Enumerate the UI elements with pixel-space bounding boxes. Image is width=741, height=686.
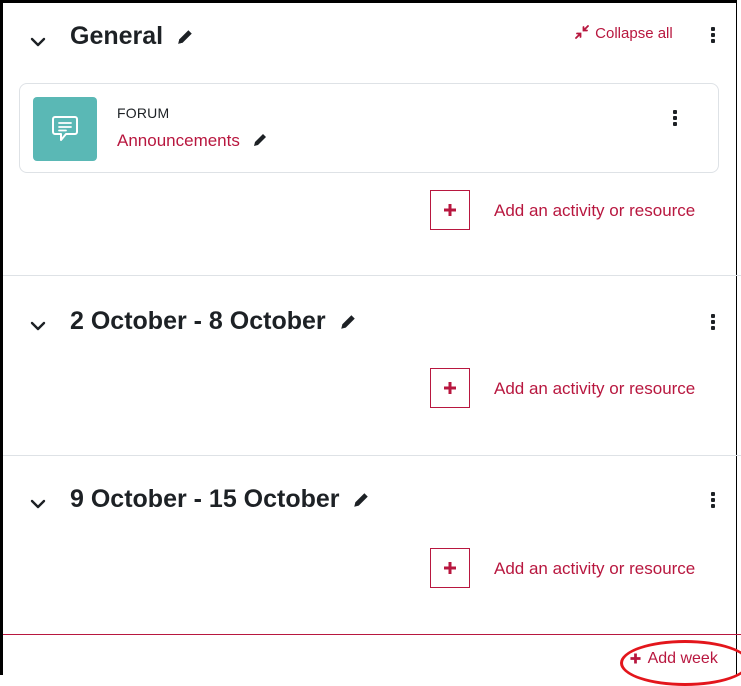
section-title-text[interactable]: General (70, 22, 163, 50)
speech-bubble-icon (52, 116, 78, 141)
section-title[interactable]: 9 October - 15 October (70, 485, 370, 514)
chevron-down-icon[interactable] (30, 34, 46, 50)
annotation-highlight-ring (620, 640, 741, 686)
section-menu-kebab-icon[interactable] (709, 27, 717, 47)
section-title[interactable]: 2 October - 8 October (70, 307, 357, 336)
plus-icon (444, 204, 456, 216)
section-title[interactable]: General (70, 22, 194, 51)
plus-icon (444, 382, 456, 394)
chevron-down-icon[interactable] (30, 496, 46, 512)
activity-name-link[interactable]: Announcements (117, 131, 268, 151)
section-header-week-1: 2 October - 8 October (0, 305, 741, 345)
collapse-all-link[interactable]: Collapse all (575, 25, 673, 42)
activity-card-forum: FORUM Announcements (19, 83, 719, 173)
add-activity-label[interactable]: Add an activity or resource (494, 379, 695, 399)
edit-pencil-icon[interactable] (252, 132, 268, 148)
collapse-all-label[interactable]: Collapse all (595, 25, 673, 42)
course-sections-end-divider (3, 634, 741, 635)
section-menu-kebab-icon[interactable] (709, 314, 717, 334)
section-divider (3, 275, 741, 276)
section-menu-kebab-icon[interactable] (709, 492, 717, 512)
add-activity-label[interactable]: Add an activity or resource (494, 559, 695, 579)
section-title-text[interactable]: 2 October - 8 October (70, 307, 326, 335)
add-plus-box[interactable] (430, 190, 470, 230)
section-header-week-2: 9 October - 15 October (0, 483, 741, 523)
add-plus-box[interactable] (430, 368, 470, 408)
section-title-text[interactable]: 9 October - 15 October (70, 485, 340, 513)
add-plus-box[interactable] (430, 548, 470, 588)
edit-pencil-icon[interactable] (176, 28, 194, 46)
plus-icon (444, 562, 456, 574)
edit-pencil-icon[interactable] (339, 313, 357, 331)
activity-name-text[interactable]: Announcements (117, 131, 240, 150)
section-divider (3, 455, 741, 456)
activity-type-label: FORUM (117, 105, 170, 121)
activity-menu-kebab-icon[interactable] (671, 110, 679, 130)
collapse-arrows-icon (575, 25, 589, 39)
add-activity-label[interactable]: Add an activity or resource (494, 201, 695, 221)
forum-icon[interactable] (33, 97, 97, 161)
edit-pencil-icon[interactable] (352, 491, 370, 509)
chevron-down-icon[interactable] (30, 318, 46, 334)
